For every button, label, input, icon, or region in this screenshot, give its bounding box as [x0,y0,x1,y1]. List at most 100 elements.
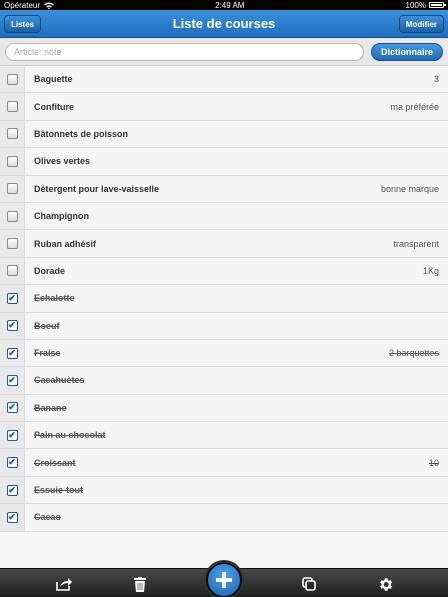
checkmark-icon: ✔ [8,374,16,385]
item-name: Champignon [34,211,89,222]
checkbox-unchecked[interactable] [6,210,18,222]
list-item[interactable]: ✔ Banane [0,394,448,423]
item-name: Bâtonnets de poisson [34,128,129,139]
nav-bar: Listes Liste de courses Modifier [0,10,448,38]
checkbox-cell[interactable]: ✔ [0,339,25,367]
list-item[interactable]: Bâtonnets de poisson [0,120,448,149]
checkbox-unchecked[interactable] [6,183,18,195]
item-name: Confiture [34,101,74,112]
item-note: 2 barquettes [388,348,439,359]
item-name: Pain au chocolat [34,430,106,441]
copy-icon[interactable] [299,574,319,594]
list-item[interactable]: ✔ Essuie-tout [0,476,448,505]
checkbox-cell[interactable] [0,202,25,230]
list-item[interactable]: Détergent pour lave-vaisselle bonne marqu… [0,175,448,203]
article-input[interactable] [5,42,364,61]
list-item[interactable]: ✔ Boeuf [0,312,448,340]
checkmark-icon: ✔ [8,511,16,522]
checkbox-unchecked[interactable] [6,73,18,85]
item-note: ma préférée [390,101,439,112]
checkbox-cell[interactable]: ✔ [0,312,25,339]
list-item[interactable]: Olives vertes [0,148,448,176]
item-name: Essuie-tout [34,485,84,496]
checkbox-checked[interactable]: ✔ [6,320,18,332]
clock: 2:49 AM [215,0,245,10]
checkbox-checked[interactable]: ✔ [6,484,18,496]
list-item[interactable]: Champignon [0,202,448,231]
list-item[interactable]: Confiture ma préférée [0,93,448,121]
checkbox-checked[interactable]: ✔ [6,511,18,523]
checkbox-cell[interactable]: ✔ [0,367,25,394]
checkbox-checked[interactable]: ✔ [6,347,18,359]
checkbox-cell[interactable] [0,66,25,93]
edit-button[interactable]: Modifier [398,15,444,33]
item-name: Banane [34,402,67,413]
checkbox-cell[interactable] [0,120,25,148]
checkbox-cell[interactable]: ✔ [0,449,25,476]
carrier-label: Opérateur [4,0,41,10]
checkmark-icon: ✔ [8,402,16,413]
status-bar: Opérateur 2:49 AM 100% [0,0,448,10]
checkmark-icon: ✔ [8,484,16,495]
trash-icon[interactable] [130,574,150,594]
item-name: Croissant [34,457,76,468]
checkmark-icon: ✔ [8,347,16,358]
checkmark-icon: ✔ [8,429,16,440]
checkmark-icon: ✔ [8,320,16,331]
checkbox-cell[interactable]: ✔ [0,476,25,504]
battery-icon [428,2,446,8]
item-name: Ruban adhésif [34,238,97,249]
add-item-bar: Dictionnaire [0,38,448,66]
item-name: Baguette [34,74,73,85]
list-item[interactable]: ✔ Pain au chocolat [0,422,448,450]
checkbox-unchecked[interactable] [6,265,18,277]
item-name: Fraise [34,348,61,359]
checkbox-unchecked[interactable] [6,101,18,113]
lists-button[interactable]: Listes [4,15,42,33]
checkbox-checked[interactable]: ✔ [6,374,18,386]
item-name: Echalotte [34,293,75,304]
checkbox-cell[interactable] [0,148,25,175]
checkbox-cell[interactable]: ✔ [0,504,25,531]
list-item[interactable]: ✔ Echalotte [0,285,448,313]
checkbox-cell[interactable] [0,257,25,285]
checkbox-unchecked[interactable] [6,155,18,167]
list-item[interactable]: ✔ Cacahuètes [0,367,448,395]
list-item[interactable]: ✔ Croissant 10 [0,449,448,477]
item-name: Cacahuètes [34,375,85,386]
checkbox-cell[interactable] [0,93,25,120]
checkbox-unchecked[interactable] [6,128,18,140]
list-item[interactable]: Baguette 3 [0,66,448,94]
list-item[interactable]: Dorade 1Kg [0,257,448,286]
checkmark-icon: ✔ [8,292,16,303]
page-title: Liste de courses [172,16,276,31]
item-name: Cacao [34,512,62,523]
checkmark-icon: ✔ [8,457,16,468]
item-note: 1Kg [422,265,439,276]
battery-label: 100% [405,0,426,10]
item-name: Olives vertes [34,156,91,167]
item-note: bonne marque [380,183,439,194]
checkbox-cell[interactable] [0,175,25,202]
add-item-button[interactable] [206,562,242,597]
list-item[interactable]: ✔ Cacao [0,504,448,532]
checkbox-cell[interactable]: ✔ [0,394,25,422]
checkbox-checked[interactable]: ✔ [6,457,18,469]
list-item[interactable]: Ruban adhésif transparent [0,230,448,258]
item-name: Dorade [34,265,66,276]
checkbox-checked[interactable]: ✔ [6,429,18,441]
checkbox-checked[interactable]: ✔ [6,292,18,304]
checkbox-cell[interactable] [0,230,25,257]
dictionary-button[interactable]: Dictionnaire [371,42,443,61]
share-icon[interactable] [54,574,74,594]
checkbox-checked[interactable]: ✔ [6,402,18,414]
item-name: Détergent pour lave-vaisselle [34,183,160,194]
checkbox-unchecked[interactable] [6,238,18,250]
item-note: transparent [393,238,439,249]
item-note: 10 [428,457,439,468]
list-item[interactable]: ✔ Fraise 2 barquettes [0,339,448,368]
gear-icon[interactable] [375,574,395,594]
checkbox-cell[interactable]: ✔ [0,285,25,312]
checkbox-cell[interactable]: ✔ [0,422,25,449]
wifi-icon [44,2,55,9]
